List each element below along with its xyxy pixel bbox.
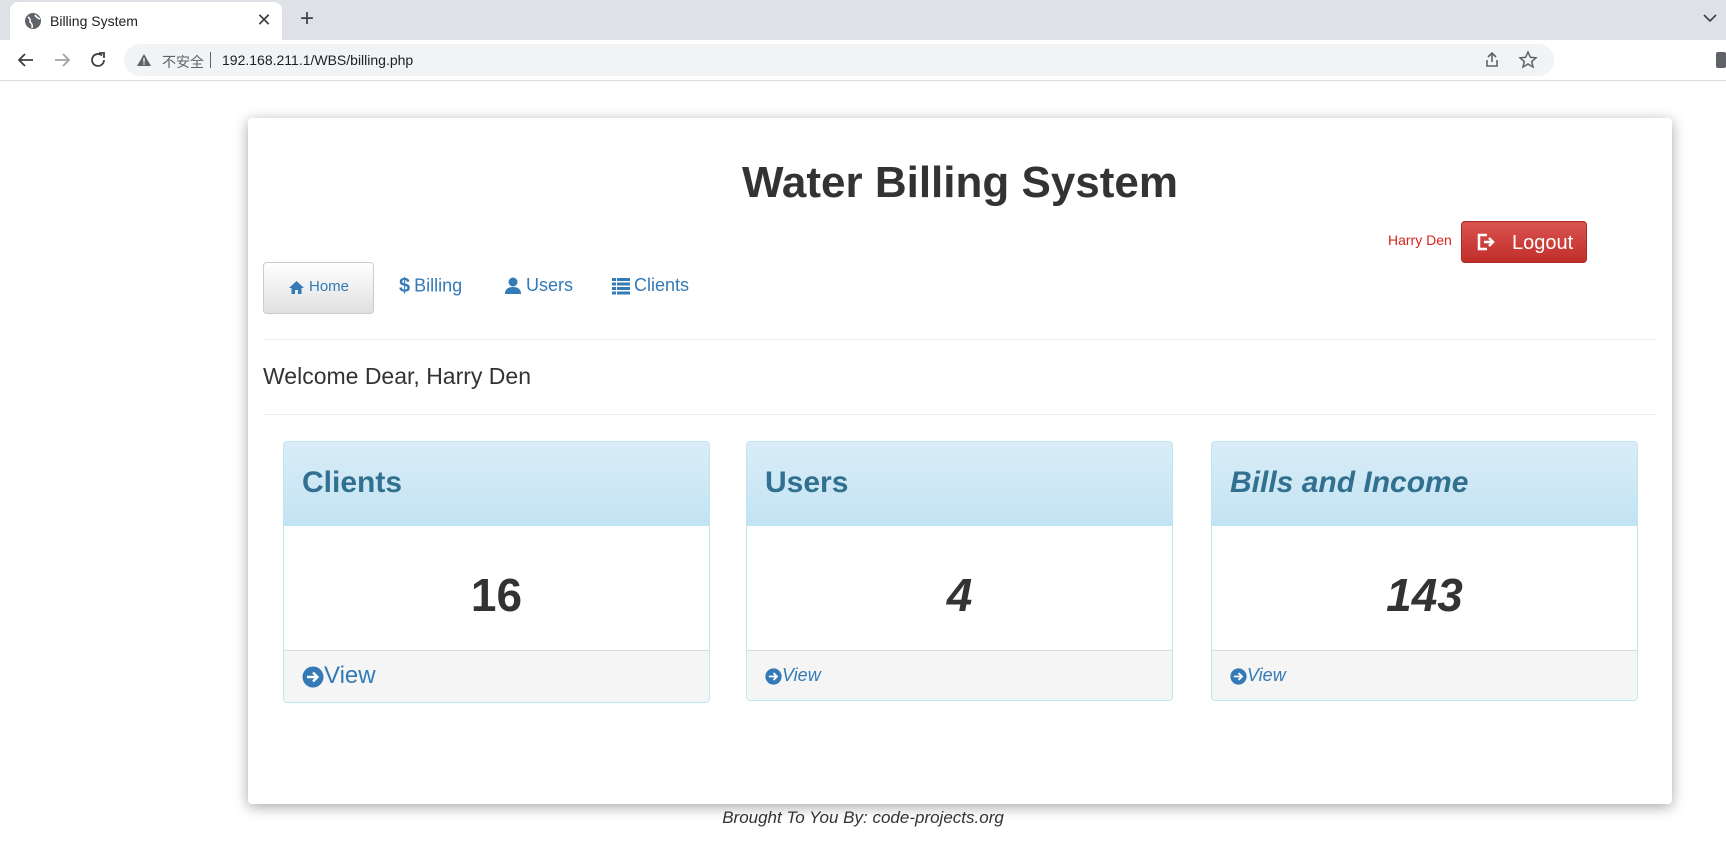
security-label[interactable]: 不安全 bbox=[162, 52, 204, 72]
nav-item-label: Clients bbox=[634, 275, 690, 295]
users-count: 4 bbox=[946, 569, 973, 621]
clients-count: 16 bbox=[470, 569, 523, 621]
current-user-name: Harry Den bbox=[1388, 232, 1452, 248]
bookmark-star-icon[interactable] bbox=[1518, 50, 1538, 70]
panel-title: Users bbox=[765, 466, 849, 499]
panel-footer: View bbox=[747, 650, 1172, 700]
nav-item-label: Billing bbox=[414, 275, 463, 296]
user-icon bbox=[505, 277, 521, 295]
logout-label: Logout bbox=[1512, 232, 1574, 254]
panel-title: Clients bbox=[302, 466, 403, 499]
welcome-message: Welcome Dear, Harry Den bbox=[263, 363, 531, 389]
footer-credit: Brought To You By: code-projects.org bbox=[722, 808, 1004, 827]
logout-button[interactable]: Logout bbox=[1461, 221, 1587, 263]
panel-body: 143 bbox=[1212, 526, 1637, 650]
view-link-label: View bbox=[324, 662, 376, 689]
close-tab-icon[interactable]: ✕ bbox=[254, 10, 274, 30]
panel-heading: Clients bbox=[284, 442, 709, 526]
view-users-link[interactable]: View bbox=[765, 665, 821, 686]
bills-count: 143 bbox=[1386, 569, 1463, 621]
arrow-circle-right-icon bbox=[302, 666, 324, 688]
view-bills-link[interactable]: View bbox=[1230, 665, 1286, 686]
browser-tab[interactable]: Billing System ✕ bbox=[10, 2, 282, 40]
users-panel: Users 4 View bbox=[746, 441, 1173, 701]
extensions-icon[interactable] bbox=[1714, 48, 1726, 72]
arrow-circle-right-icon bbox=[1230, 668, 1247, 685]
panel-footer: View bbox=[284, 650, 709, 702]
panel-body: 16 bbox=[284, 526, 709, 650]
view-link-label: View bbox=[782, 665, 821, 685]
back-arrow-icon[interactable] bbox=[14, 48, 38, 72]
bills-income-panel: Bills and Income 143 View bbox=[1211, 441, 1638, 701]
globe-icon bbox=[25, 13, 41, 29]
page-title: Water Billing System bbox=[741, 158, 1179, 207]
nav-item-home[interactable]: Home bbox=[263, 262, 374, 314]
panel-heading: Bills and Income bbox=[1212, 442, 1637, 526]
divider bbox=[263, 414, 1657, 415]
dollar-icon: $ bbox=[399, 275, 411, 297]
view-clients-link[interactable]: View bbox=[302, 662, 376, 690]
home-icon bbox=[289, 280, 304, 294]
nav-item-label: Users bbox=[526, 275, 574, 295]
url-text[interactable]: 192.168.211.1/WBS/billing.php bbox=[222, 52, 413, 68]
nav-item-label: Home bbox=[309, 278, 350, 295]
divider bbox=[263, 339, 1657, 340]
panel-footer: View bbox=[1212, 650, 1637, 700]
browser-toolbar: 不安全 192.168.211.1/WBS/billing.php bbox=[0, 40, 1726, 81]
list-icon bbox=[612, 278, 630, 295]
arrow-circle-right-icon bbox=[765, 668, 782, 685]
address-divider bbox=[210, 52, 211, 68]
view-link-label: View bbox=[1247, 665, 1286, 685]
address-bar[interactable]: 不安全 192.168.211.1/WBS/billing.php bbox=[124, 44, 1554, 76]
clients-panel: Clients 16 View bbox=[283, 441, 710, 703]
main-container: Water Billing System Harry Den Logout Ho… bbox=[248, 118, 1672, 804]
tab-title: Billing System bbox=[50, 13, 138, 29]
reload-icon[interactable] bbox=[86, 48, 110, 72]
share-icon[interactable] bbox=[1482, 50, 1502, 70]
new-tab-icon[interactable]: + bbox=[294, 7, 320, 33]
forward-arrow-icon[interactable] bbox=[50, 48, 74, 72]
warning-icon[interactable] bbox=[136, 52, 152, 68]
panel-body: 4 bbox=[747, 526, 1172, 650]
chevron-down-icon[interactable] bbox=[1700, 8, 1720, 28]
browser-tab-strip: Billing System ✕ + bbox=[0, 0, 1726, 40]
panel-title: Bills and Income bbox=[1230, 466, 1469, 499]
logout-icon bbox=[1477, 233, 1495, 251]
panel-heading: Users bbox=[747, 442, 1172, 526]
